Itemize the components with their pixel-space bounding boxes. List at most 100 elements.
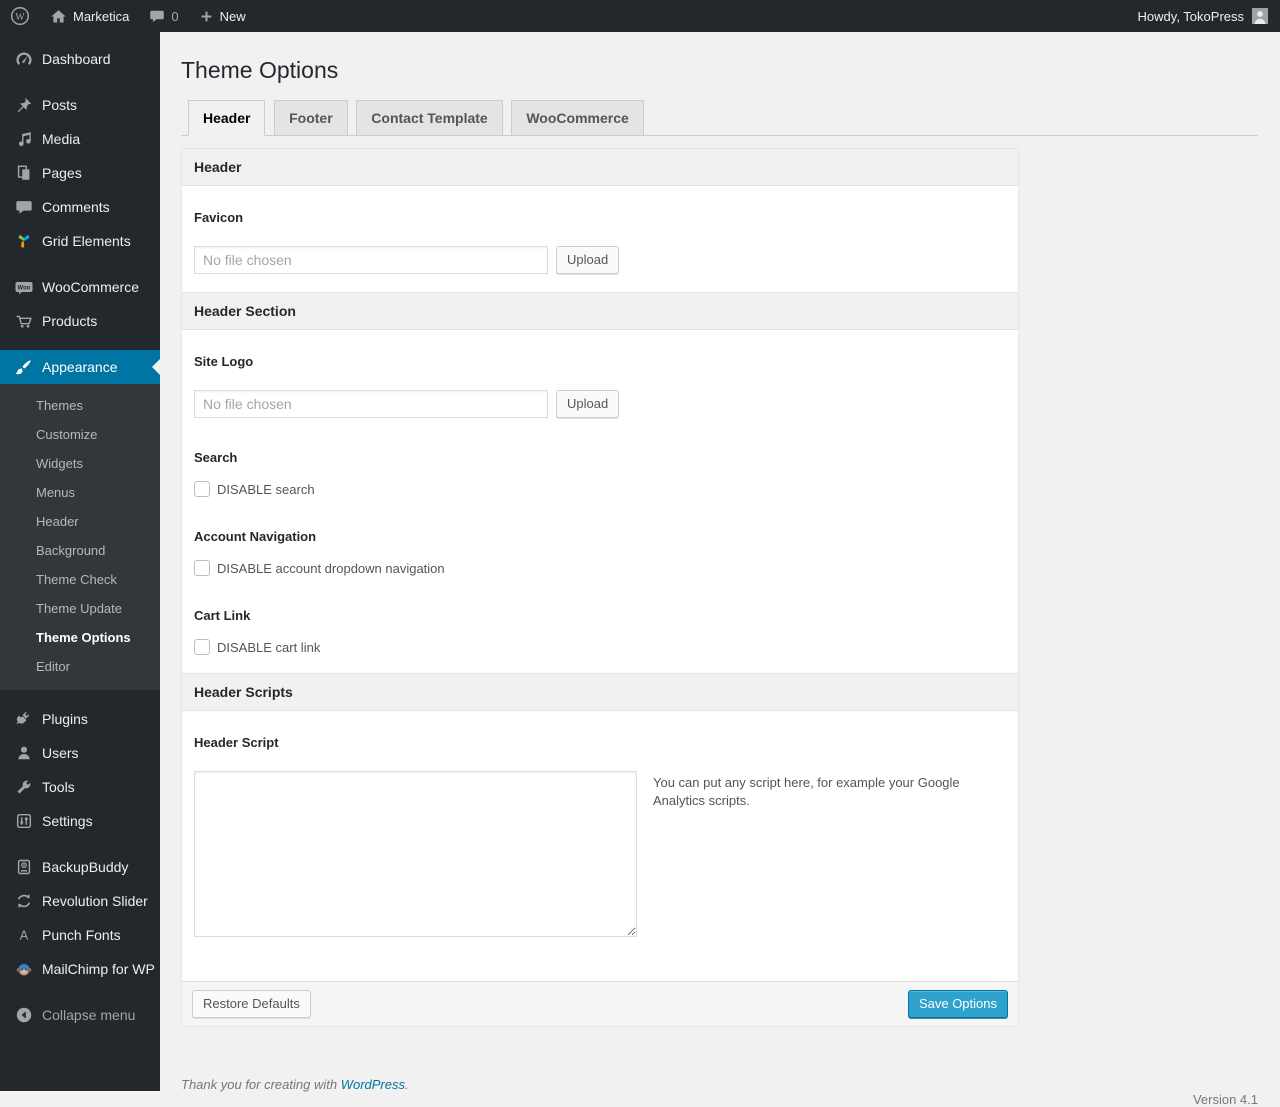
howdy-text: Howdy, TokoPress [1138, 9, 1244, 24]
submenu-item-customize[interactable]: Customize [0, 420, 160, 449]
sidebar-item-grid-elements[interactable]: Grid Elements [0, 224, 160, 258]
sidebar-item-label: WooCommerce [42, 279, 139, 295]
sidebar-item-settings[interactable]: Settings [0, 804, 160, 838]
collapse-arrow-icon [14, 1005, 34, 1025]
account-navigation-label: Account Navigation [194, 529, 1006, 545]
tab-contact-template[interactable]: Contact Template [356, 100, 502, 135]
collapse-menu-button[interactable]: Collapse menu [0, 998, 160, 1032]
footer-version: Version 4.1 [1193, 1092, 1258, 1107]
sidebar-item-posts[interactable]: Posts [0, 88, 160, 122]
sidebar-item-label: Products [42, 313, 97, 329]
letter-a-icon: A [14, 925, 34, 945]
sidebar-item-label: Tools [42, 779, 75, 795]
sliders-icon [14, 811, 34, 831]
menu-separator [0, 76, 160, 88]
sidebar-item-products[interactable]: Products [0, 304, 160, 338]
wrench-icon [14, 777, 34, 797]
header-script-textarea[interactable] [194, 771, 637, 937]
restore-defaults-button[interactable]: Restore Defaults [192, 990, 311, 1018]
favicon-section: Favicon Upload [182, 186, 1018, 292]
admin-sidebar: Dashboard Posts Media Pages Commen [0, 32, 160, 1091]
footer-thanks-prefix: Thank you for creating with [181, 1077, 337, 1092]
tab-footer[interactable]: Footer [274, 100, 348, 135]
sidebar-item-mailchimp[interactable]: MailChimp for WP [0, 952, 160, 986]
sidebar-item-appearance[interactable]: Appearance [0, 350, 160, 384]
sidebar-item-dashboard[interactable]: Dashboard [0, 42, 160, 76]
tab-header[interactable]: Header [188, 100, 265, 136]
submenu-item-background[interactable]: Background [0, 536, 160, 565]
comment-count: 0 [171, 9, 178, 24]
submenu-item-theme-update[interactable]: Theme Update [0, 594, 160, 623]
sidebar-item-pages[interactable]: Pages [0, 156, 160, 190]
section-header-scripts-title: Header Scripts [182, 673, 1018, 711]
site-logo-label: Site Logo [194, 354, 1006, 370]
search-label: Search [194, 450, 1006, 466]
paintbrush-icon [14, 357, 34, 377]
cart-icon [14, 311, 34, 331]
comments-icon [14, 197, 34, 217]
wordpress-menu-button[interactable]: W [0, 0, 40, 32]
submenu-item-theme-options[interactable]: Theme Options [0, 623, 160, 652]
sidebar-item-label: Plugins [42, 711, 88, 727]
sidebar-item-comments[interactable]: Comments [0, 190, 160, 224]
site-logo-upload-button[interactable]: Upload [556, 390, 619, 418]
sidebar-item-plugins[interactable]: Plugins [0, 702, 160, 736]
submenu-item-widgets[interactable]: Widgets [0, 449, 160, 478]
disable-cart-link-checkbox[interactable] [194, 639, 210, 655]
svg-text:W: W [15, 12, 25, 23]
main-content: Theme Options Header Footer Contact Temp… [160, 0, 1280, 1092]
sidebar-item-label: Settings [42, 813, 93, 829]
site-logo-file-input[interactable] [194, 390, 548, 418]
new-content-button[interactable]: New [189, 0, 256, 32]
media-note-icon [14, 129, 34, 149]
tab-woocommerce[interactable]: WooCommerce [511, 100, 643, 135]
grid-elements-icon [14, 231, 34, 251]
sidebar-item-users[interactable]: Users [0, 736, 160, 770]
section-header-section-title: Header Section [182, 292, 1018, 330]
favicon-file-input[interactable] [194, 246, 548, 274]
sidebar-item-revolution-slider[interactable]: Revolution Slider [0, 884, 160, 918]
menu-separator [0, 838, 160, 850]
menu-separator [0, 986, 160, 998]
wordpress-logo-icon: W [10, 6, 30, 26]
sidebar-item-tools[interactable]: Tools [0, 770, 160, 804]
sidebar-item-label: Collapse menu [42, 1007, 135, 1023]
save-options-button[interactable]: Save Options [908, 990, 1008, 1018]
submenu-item-header[interactable]: Header [0, 507, 160, 536]
submenu-item-themes[interactable]: Themes [0, 391, 160, 420]
menu-separator [0, 258, 160, 270]
submenu-item-menus[interactable]: Menus [0, 478, 160, 507]
sidebar-item-label: Posts [42, 97, 77, 113]
sidebar-item-woocommerce[interactable]: Woo WooCommerce [0, 270, 160, 304]
admin-bar-account[interactable]: Howdy, TokoPress [1138, 8, 1280, 24]
wordpress-link[interactable]: WordPress [341, 1077, 405, 1092]
backup-drive-icon [14, 857, 34, 877]
appearance-submenu: Themes Customize Widgets Menus Header Ba… [0, 384, 160, 690]
panel-footer: Restore Defaults Save Options [182, 981, 1018, 1026]
new-label: New [220, 9, 246, 24]
cart-link-label: Cart Link [194, 608, 1006, 624]
woocommerce-icon: Woo [14, 277, 34, 297]
sidebar-item-backupbuddy[interactable]: BackupBuddy [0, 850, 160, 884]
sidebar-item-punch-fonts[interactable]: A Punch Fonts [0, 918, 160, 952]
admin-bar: W Marketica 0 New Howdy, TokoPress [0, 0, 1280, 32]
menu-separator [0, 690, 160, 702]
disable-search-row: DISABLE search [194, 481, 1006, 497]
home-icon [50, 8, 67, 25]
theme-options-tabs: Header Footer Contact Template WooCommer… [181, 100, 1258, 136]
comment-bubble-icon [149, 8, 165, 24]
header-script-label: Header Script [194, 735, 1006, 751]
comments-shortcut[interactable]: 0 [139, 0, 188, 32]
submenu-item-theme-check[interactable]: Theme Check [0, 565, 160, 594]
footer-period: . [405, 1077, 409, 1092]
sidebar-item-media[interactable]: Media [0, 122, 160, 156]
svg-text:A: A [20, 929, 29, 943]
favicon-upload-button[interactable]: Upload [556, 246, 619, 274]
avatar [1252, 8, 1268, 24]
user-icon [14, 743, 34, 763]
header-scripts-section: Header Script You can put any script her… [182, 711, 1018, 981]
disable-search-checkbox[interactable] [194, 481, 210, 497]
site-link[interactable]: Marketica [40, 0, 139, 32]
disable-account-nav-checkbox[interactable] [194, 560, 210, 576]
submenu-item-editor[interactable]: Editor [0, 652, 160, 681]
